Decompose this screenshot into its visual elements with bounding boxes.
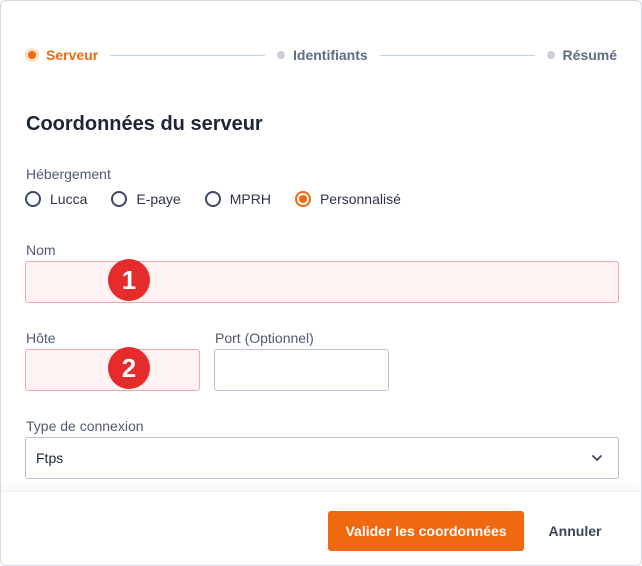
step-active-dot-icon <box>28 51 36 59</box>
radio-lucca[interactable]: Lucca <box>25 191 87 207</box>
dialog-footer: Valider les coordonnées Annuler <box>1 491 641 565</box>
stepper: Serveur Identifiants Résumé <box>26 45 617 65</box>
server-dialog: Serveur Identifiants Résumé Coordonnées … <box>0 0 642 566</box>
radio-circle-icon[interactable] <box>204 191 221 207</box>
radio-circle-icon[interactable] <box>25 191 41 207</box>
step-connector <box>110 54 266 56</box>
connection-type-select[interactable]: Ftps <box>25 437 619 479</box>
submit-button[interactable]: Valider les coordonnées <box>328 511 524 551</box>
select-value: Ftps <box>36 450 64 466</box>
step-connector <box>379 54 535 56</box>
step-label: Résumé <box>562 47 618 63</box>
radio-checked-icon[interactable] <box>294 191 311 207</box>
step-dot-icon <box>277 51 286 59</box>
hosting-radio-group: Lucca E-paye MPRH Personnalisé <box>25 191 425 207</box>
section-title: Coordonnées du serveur <box>26 113 263 135</box>
radio-label: MPRH <box>229 191 271 207</box>
port-input[interactable] <box>214 349 389 391</box>
radio-e-paye[interactable]: E-paye <box>111 191 181 207</box>
radio-personnalise[interactable]: Personnalisé <box>294 191 401 207</box>
step-label: Serveur <box>46 47 99 63</box>
radio-circle-icon[interactable] <box>111 191 128 207</box>
radio-label: Lucca <box>50 191 88 207</box>
name-label: Nom <box>26 242 56 258</box>
annotation-badge-1: 1 <box>108 259 150 301</box>
radio-label: E-paye <box>136 191 181 207</box>
cancel-button[interactable]: Annuler <box>534 511 616 551</box>
radio-mprh[interactable]: MPRH <box>204 191 271 207</box>
step-serveur[interactable]: Serveur <box>26 47 98 63</box>
step-identifiants[interactable]: Identifiants <box>277 47 368 63</box>
step-label: Identifiants <box>293 47 368 63</box>
annotation-badge-2: 2 <box>108 347 150 389</box>
hosting-label: Hébergement <box>26 166 111 182</box>
host-label: Hôte <box>26 330 56 346</box>
connection-type-label: Type de connexion <box>26 418 144 434</box>
chevron-down-icon[interactable] <box>590 451 604 465</box>
step-dot-icon <box>546 51 555 59</box>
step-resume[interactable]: Résumé <box>546 47 618 63</box>
port-label: Port (Optionnel) <box>215 330 314 346</box>
radio-label: Personnalisé <box>319 191 401 207</box>
